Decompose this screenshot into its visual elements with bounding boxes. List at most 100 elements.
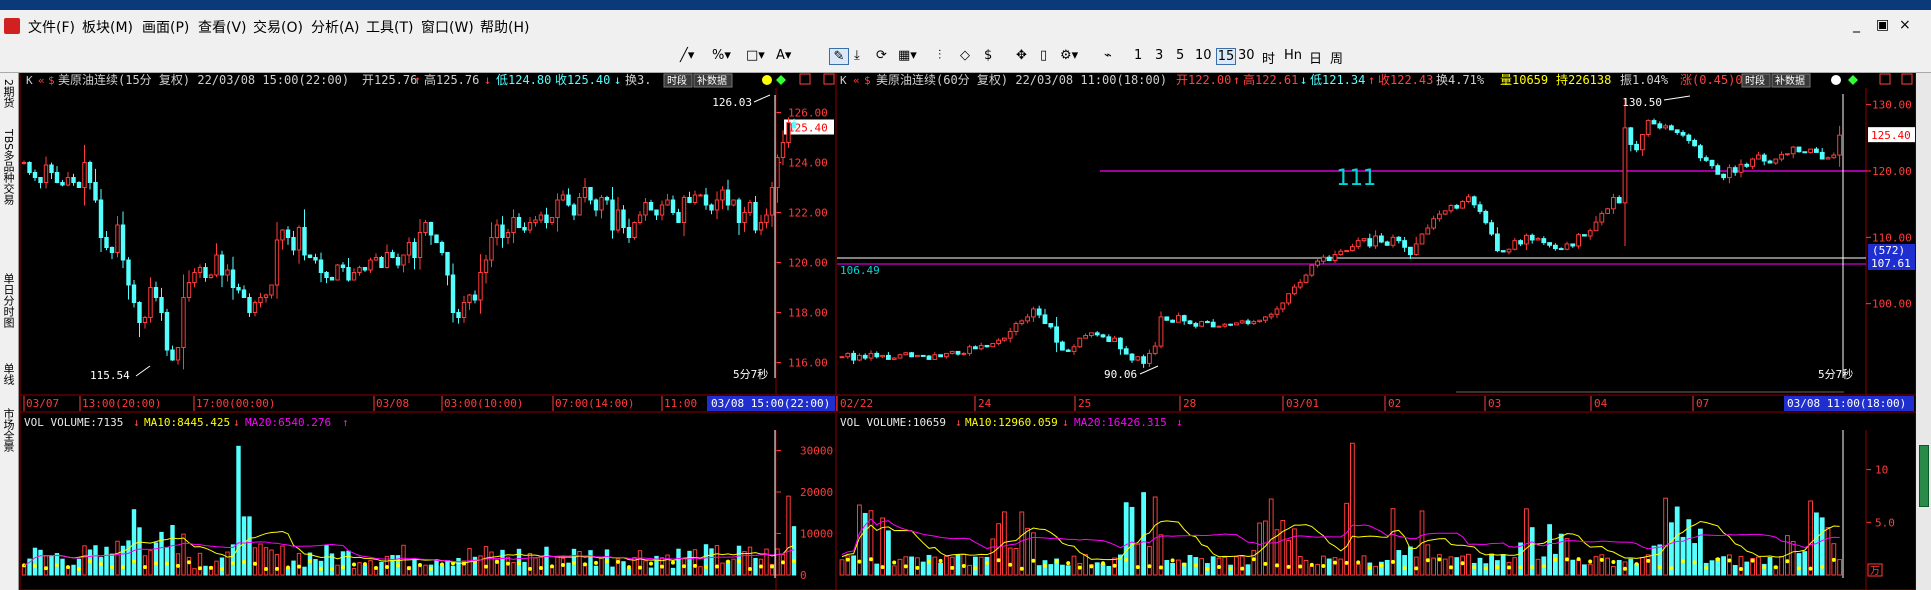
diamond-icon[interactable]: ◇ <box>960 48 970 63</box>
move-icon[interactable]: ✥ <box>1016 48 1027 63</box>
price-label: 100.00 <box>1872 298 1912 311</box>
candle-body <box>949 350 955 354</box>
candle-body <box>880 354 886 358</box>
hold-dot <box>253 561 257 566</box>
candle-body <box>1518 240 1523 245</box>
text-tool-icon[interactable]: A▾ <box>776 48 791 63</box>
volume-bar <box>753 557 758 576</box>
hold-dot <box>1646 558 1651 563</box>
volume-bar <box>307 552 313 576</box>
volume-bar <box>720 562 725 576</box>
candle-body <box>1199 321 1204 327</box>
svg-text:↑: ↑ <box>414 73 421 87</box>
charts-area[interactable]: K « $ 美原油连续(15分 复权) 22/03/08 15:00(22:00… <box>0 73 1916 590</box>
minimize-button[interactable]: _ <box>1853 17 1860 33</box>
currency-button[interactable]: $ <box>984 48 992 63</box>
period-5[interactable]: 5 <box>1176 48 1184 63</box>
chart-type-icon[interactable]: ⫶ <box>938 48 941 63</box>
candle-body <box>32 172 38 178</box>
candle-body <box>401 254 406 266</box>
settings-icon[interactable]: ⚙▾ <box>1060 48 1078 63</box>
sync-icon[interactable]: ⟳ <box>876 48 887 63</box>
candle-body <box>1460 200 1465 209</box>
line-tool-icon[interactable]: ╱▾ <box>680 48 694 63</box>
hold-dot <box>440 562 444 567</box>
vertical-scroll-thumb[interactable] <box>1919 445 1929 507</box>
volume-bar <box>82 545 87 576</box>
volume-bar <box>874 563 880 576</box>
candle-body <box>164 312 170 351</box>
volume-bar <box>362 565 368 576</box>
volume-bar <box>857 504 862 576</box>
hold-dot <box>1553 557 1558 562</box>
svg-text:K: K <box>840 74 847 87</box>
candle-body <box>483 259 489 273</box>
high-annotation: 126.03 <box>712 96 752 109</box>
period-15[interactable]: 15 <box>1216 48 1236 65</box>
period-30[interactable]: 30 <box>1238 48 1255 63</box>
period-day[interactable]: 日 <box>1309 48 1322 67</box>
menu-view[interactable]: 查看(V) <box>198 17 247 37</box>
period-week[interactable]: 周 <box>1330 48 1343 67</box>
period-1[interactable]: 1 <box>1134 48 1142 63</box>
time-label: 03/01 <box>1286 397 1319 410</box>
percent-tool-icon[interactable]: %▾ <box>712 48 731 63</box>
menu-screen[interactable]: 画面(P) <box>142 17 189 37</box>
volume-bar <box>791 526 797 576</box>
hold-dot <box>845 557 850 562</box>
volume-bar <box>984 556 990 576</box>
hold-dot <box>660 564 664 569</box>
menu-help[interactable]: 帮助(H) <box>480 17 529 37</box>
download-icon[interactable]: ⤓ <box>854 48 860 63</box>
candle-body <box>49 164 54 173</box>
volume-bar <box>511 562 516 576</box>
hold-dot <box>231 561 235 566</box>
candle-body <box>1408 246 1413 256</box>
candle-body <box>648 202 654 211</box>
hold-dot <box>1367 565 1372 570</box>
right-scroll-strip[interactable] <box>1916 73 1931 590</box>
volume-bar <box>1413 556 1419 576</box>
rect-tool-icon[interactable]: □▾ <box>746 48 765 63</box>
volume-bar <box>1396 550 1402 576</box>
period-3[interactable]: 3 <box>1155 48 1163 63</box>
menu-window[interactable]: 窗口(W) <box>421 17 474 37</box>
menu-analysis[interactable]: 分析(A) <box>311 17 360 37</box>
candle-body <box>1100 334 1106 338</box>
left-open: 开125.76 <box>362 73 417 87</box>
period-10[interactable]: 10 <box>1195 48 1212 63</box>
hold-dot <box>1704 565 1709 570</box>
restore-button[interactable]: ▣ <box>1876 17 1889 33</box>
candle-body <box>886 354 891 360</box>
period-hour[interactable]: 时 <box>1262 48 1275 67</box>
menu-sector[interactable]: 板块(M) <box>82 17 133 37</box>
grid-layout-icon[interactable]: ▦▾ <box>898 48 917 63</box>
menu-trade[interactable]: 交易(O) <box>253 17 303 37</box>
hold-dot <box>1356 560 1361 565</box>
app-icon[interactable] <box>4 18 20 34</box>
hold-dot <box>594 560 598 565</box>
volume-bar <box>1460 555 1465 576</box>
hold-dot <box>759 564 763 569</box>
trend-icon[interactable]: ⌁ <box>1104 48 1112 63</box>
candle-body <box>1448 204 1454 212</box>
hold-dot <box>985 560 989 565</box>
volume-bar <box>955 554 961 576</box>
candle-body <box>291 237 296 251</box>
volume-bar <box>1616 560 1622 576</box>
bar-icon[interactable]: ▯ <box>1040 48 1047 63</box>
svg-text:VOL VOLUME:7135: VOL VOLUME:7135 <box>24 416 123 429</box>
pen-tool-icon[interactable]: ✎ <box>829 48 849 65</box>
menu-tools[interactable]: 工具(T) <box>366 17 413 37</box>
low-annotation: 115.54 <box>90 369 130 382</box>
close-button[interactable]: × <box>1899 17 1911 33</box>
candle-body <box>791 122 797 128</box>
hold-dot <box>1599 557 1604 562</box>
candle-body <box>1234 322 1239 326</box>
volume-bar <box>417 566 423 576</box>
menu-file[interactable]: 文件(F) <box>28 17 75 37</box>
volume-bar <box>1454 557 1460 576</box>
period-hn[interactable]: Hn <box>1284 48 1302 63</box>
hold-dot <box>682 564 686 569</box>
candle-body <box>698 194 703 197</box>
